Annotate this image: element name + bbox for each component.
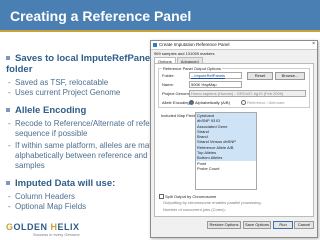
name-field[interactable]: 500K HapMap <box>189 81 242 88</box>
map-fields-list[interactable]: Cytoband dbSNP 93 ID Associated Gene Str… <box>195 112 257 190</box>
dialog-title: Create Imputation Reference Panel <box>159 42 230 47</box>
split-checkbox[interactable]: Split Output by Chromosome <box>159 194 216 200</box>
logo-letter: H <box>50 222 58 232</box>
golden-helix-logo: GOLDEN HELIX <box>6 222 80 232</box>
output-options-group: Reference Panel Output Options Folder: .… <box>158 66 310 108</box>
square-bullet-icon <box>6 181 10 186</box>
genome-label: Project Genome: <box>162 91 193 96</box>
bullet-label: Allele Encoding <box>15 105 87 116</box>
options-panel: Reference Panel Output Options Folder: .… <box>154 63 314 217</box>
slide-header: Creating a Reference Panel <box>0 0 320 32</box>
save-options-button[interactable]: Save Options <box>243 221 271 229</box>
cancel-button[interactable]: Cancel <box>294 221 314 229</box>
logo-text: OLDEN <box>13 222 51 232</box>
reset-button[interactable]: Reset <box>247 72 273 80</box>
dataset-info: 969 samples and 131059 markers <box>154 51 215 56</box>
folder-label: Folder: <box>162 73 175 78</box>
name-label: Name: <box>162 82 174 87</box>
slide-title: Creating a Reference Panel <box>10 8 192 24</box>
dialog-titlebar: Create Imputation Reference Panel × <box>151 41 317 50</box>
threads-label: Number of concurrent jobs (Cores): <box>163 207 226 212</box>
folder-link[interactable]: ...ImputeRefPanels <box>189 72 242 79</box>
logo-letter: G <box>6 222 14 232</box>
checkbox-icon <box>159 194 164 200</box>
reference-panel-dialog: Create Imputation Reference Panel × 969 … <box>150 40 318 238</box>
radio-icon <box>241 100 246 106</box>
browse-button[interactable]: Browse... <box>275 72 305 80</box>
run-button[interactable]: Run <box>273 221 293 229</box>
square-bullet-icon <box>6 108 10 113</box>
logo-text: ELIX <box>57 222 80 232</box>
bullet-label: Imputed Data will use: <box>15 178 116 189</box>
logo-tagline: Success in every Genome <box>33 232 80 237</box>
split-note: Outputting by chromosome enables paralle… <box>163 200 262 205</box>
allele-label: Allele Encoding: <box>162 100 191 105</box>
radio-alphabetical[interactable]: Alphabetically (A/B) <box>189 100 230 106</box>
bullet-label: Saves to local ImputeRefPanels folder <box>6 53 159 75</box>
restore-options-button[interactable]: Restore Options <box>207 221 241 229</box>
radio-icon <box>189 100 194 106</box>
list-item[interactable]: Probe Count <box>196 166 256 171</box>
genome-field: Homo sapiens (Human) - GRCh37-hg19 (Feb … <box>189 90 306 97</box>
fields-label: Included Map Fields: <box>161 113 198 118</box>
group-label: Reference Panel Output Options <box>162 66 222 71</box>
close-icon[interactable]: × <box>312 41 315 47</box>
radio-reference[interactable]: Reference / Alternate <box>241 100 285 106</box>
square-bullet-icon <box>6 56 10 61</box>
app-icon <box>153 43 157 47</box>
